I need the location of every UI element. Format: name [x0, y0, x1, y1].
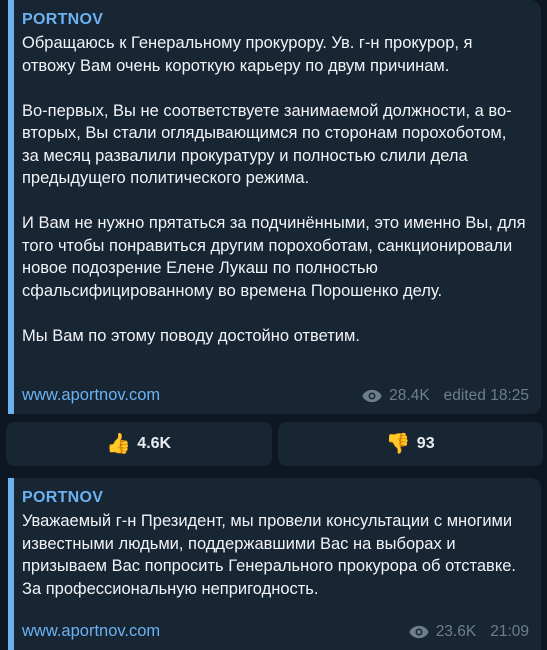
post-meta: 23.6K 21:09: [408, 623, 529, 641]
post-paragraph: И Вам не нужно прятаться за подчинёнными…: [22, 214, 526, 300]
view-count: 28.4K: [389, 387, 430, 404]
view-count: 23.6K: [435, 623, 477, 640]
like-count: 4.6K: [137, 435, 172, 452]
post-meta: 28.4K edited 18:25: [361, 387, 529, 405]
channel-post: PORTNOV Обращаюсь к Генеральному прокуро…: [8, 0, 541, 414]
post-paragraph: Уважаемый г-н Президент, мы провели конс…: [22, 512, 516, 598]
post-link[interactable]: www.aportnov.com: [22, 622, 160, 641]
like-button[interactable]: 👍 4.6K: [6, 422, 272, 466]
post-time: edited 18:25: [443, 387, 529, 404]
thumbs-down-icon: 👎: [385, 433, 411, 455]
post-paragraph: Обращаюсь к Генеральному прокурору. Ув. …: [22, 34, 473, 75]
thumbs-up-icon: 👍: [106, 433, 132, 455]
dislike-count: 93: [416, 435, 435, 452]
post-link[interactable]: www.aportnov.com: [22, 386, 160, 405]
post-author[interactable]: PORTNOV: [22, 10, 527, 30]
post-author[interactable]: PORTNOV: [22, 488, 527, 508]
eye-icon: [362, 389, 382, 403]
eye-icon: [409, 625, 429, 639]
post-time: 21:09: [490, 623, 529, 640]
post-paragraph: Мы Вам по этому поводу достойно ответим.: [22, 326, 360, 345]
channel-feed: PORTNOV Обращаюсь к Генеральному прокуро…: [0, 0, 547, 650]
dislike-button[interactable]: 👎 93: [277, 422, 543, 466]
reaction-bar: 👍 4.6K 👎 93: [6, 422, 543, 466]
post-paragraph: Во-первых, Вы не соответствуете занимаем…: [22, 101, 512, 188]
channel-post: PORTNOV Уважаемый г-н Президент, мы пров…: [8, 478, 541, 650]
